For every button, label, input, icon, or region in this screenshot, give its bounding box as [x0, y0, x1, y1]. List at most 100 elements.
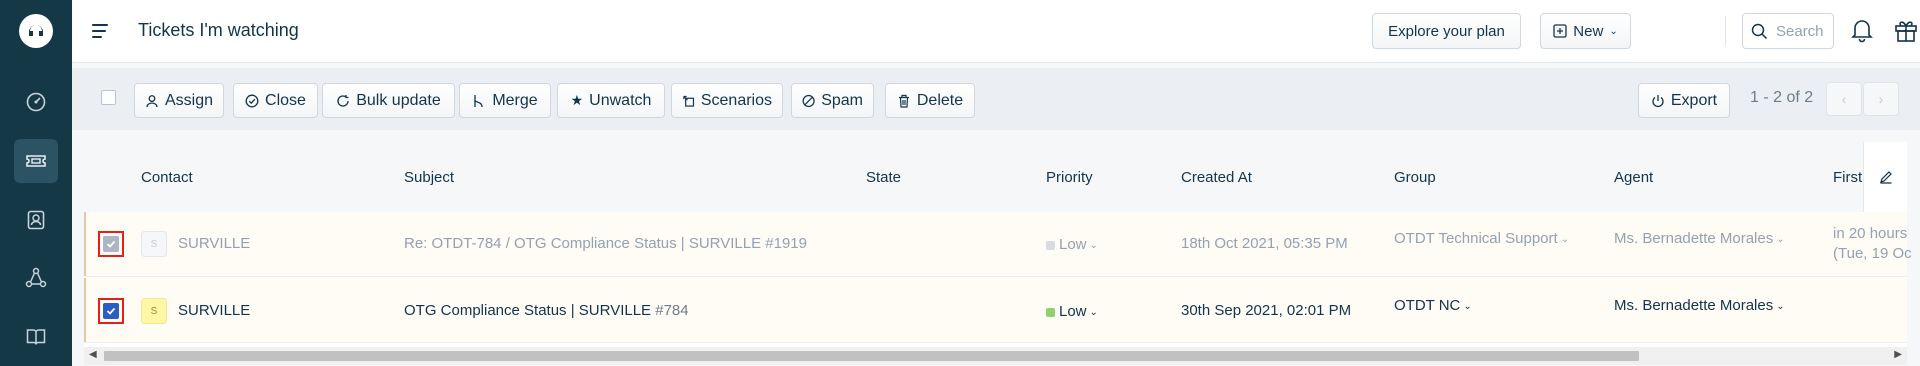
column-header-contact[interactable]: Contact [141, 169, 193, 186]
agent-dropdown[interactable]: Ms. Bernadette Morales ⌄ [1614, 297, 1785, 314]
check-circle-icon [245, 94, 259, 107]
horizontal-scrollbar[interactable]: ◀ ▶ [84, 347, 1907, 365]
group-label: OTDT NC [1394, 297, 1461, 314]
created-at: 18th Oct 2021, 05:35 PM [1181, 235, 1348, 252]
bulk-update-label: Bulk update [356, 91, 441, 109]
merge-label: Merge [492, 91, 538, 109]
column-header-subject[interactable]: Subject [404, 169, 454, 186]
explore-plan-label: Explore your plan [1388, 22, 1505, 40]
block-icon [802, 94, 815, 107]
contact-name[interactable]: SURVILLE [178, 302, 250, 319]
assign-button[interactable]: Assign [134, 83, 224, 118]
plus-box-icon [1553, 24, 1567, 38]
workflows-icon[interactable] [14, 256, 58, 300]
new-button[interactable]: New ⌄ [1540, 13, 1631, 49]
row-checkbox[interactable] [103, 303, 119, 319]
scrollbar-thumb[interactable] [104, 351, 1639, 361]
menu-icon[interactable] [92, 20, 110, 42]
priority-label: Low [1059, 236, 1087, 253]
refresh-icon [337, 94, 349, 107]
spam-label: Spam [821, 91, 863, 109]
headset-logo-icon[interactable] [19, 14, 53, 48]
spam-button[interactable]: Spam [791, 83, 874, 118]
bulk-action-toolbar: Assign Close Bulk update Merge ★ Unwatch… [72, 68, 1920, 130]
close-label: Close [265, 91, 306, 109]
scenarios-label: Scenarios [700, 91, 772, 109]
unwatch-label: Unwatch [589, 91, 652, 109]
next-page-button[interactable]: › [1863, 82, 1899, 116]
group-dropdown[interactable]: OTDT Technical Support ⌄ [1394, 230, 1569, 247]
priority-dropdown[interactable]: Low ⌄ [1046, 303, 1098, 320]
scroll-right-icon[interactable]: ▶ [1894, 349, 1902, 360]
export-icon [1652, 94, 1664, 107]
prev-page-button[interactable]: ‹ [1826, 82, 1862, 116]
chevron-down-icon: ⌄ [1560, 233, 1570, 245]
first-response-due: in 20 hours (Tue, 19 Oc [1833, 224, 1912, 264]
sidebar [0, 0, 72, 366]
search-icon [1751, 23, 1768, 39]
group-dropdown[interactable]: OTDT NC ⌄ [1394, 297, 1472, 314]
tickets-table: Contact Subject State Priority Created A… [84, 142, 1912, 347]
gift-icon[interactable] [1893, 17, 1919, 48]
close-button[interactable]: Close [233, 83, 318, 118]
person-icon [146, 94, 158, 107]
chevron-down-icon: ⌄ [1089, 306, 1098, 318]
ticket-number: #1919 [765, 235, 807, 252]
delete-label: Delete [916, 91, 964, 109]
contacts-icon[interactable] [14, 198, 58, 242]
search-input[interactable]: Search [1742, 13, 1834, 49]
chevron-down-icon: ⌄ [1089, 239, 1098, 251]
ticket-subject[interactable]: Re: OTDT-784 / OTG Compliance Status | S… [404, 235, 807, 252]
unwatch-button[interactable]: ★ Unwatch [557, 83, 665, 118]
column-header-state[interactable]: State [866, 169, 901, 186]
new-label: New [1573, 22, 1604, 40]
ticket-subject-text: Re: OTDT-784 / OTG Compliance Status | S… [404, 235, 762, 252]
column-header-created-at[interactable]: Created At [1181, 169, 1252, 186]
table-row[interactable]: S SURVILLE Re: OTDT-784 / OTG Compliance… [84, 212, 1912, 277]
row-checkbox[interactable] [103, 236, 119, 252]
agent-dropdown[interactable]: Ms. Bernadette Morales ⌄ [1614, 230, 1785, 247]
chevron-left-icon: ‹ [1841, 91, 1847, 107]
chevron-down-icon: ⌄ [1776, 300, 1785, 312]
ticket-subject-text: OTG Compliance Status | SURVILLE [404, 302, 652, 319]
scenarios-button[interactable]: Scenarios [671, 83, 783, 118]
ticket-number: #784 [655, 302, 689, 319]
merge-button[interactable]: Merge [459, 83, 551, 118]
column-header-group[interactable]: Group [1394, 169, 1436, 186]
assign-label: Assign [164, 91, 213, 109]
created-at: 30th Sep 2021, 02:01 PM [1181, 302, 1352, 319]
table-row[interactable]: S SURVILLE OTG Compliance Status | SURVI… [84, 278, 1907, 343]
column-header-agent[interactable]: Agent [1614, 169, 1653, 186]
bell-icon[interactable] [1850, 17, 1874, 48]
contact-avatar: S [141, 298, 167, 324]
scroll-left-icon[interactable]: ◀ [89, 349, 97, 360]
row-checkbox-highlight[interactable] [98, 298, 124, 324]
pencil-icon [1879, 171, 1892, 184]
ticket-subject[interactable]: OTG Compliance Status | SURVILLE #784 [404, 302, 689, 319]
chevron-down-icon: ⌄ [1463, 300, 1472, 312]
export-button[interactable]: Export [1638, 83, 1730, 118]
contact-name[interactable]: SURVILLE [178, 235, 250, 252]
star-icon: ★ [570, 92, 584, 108]
contact-avatar: S [141, 231, 167, 257]
priority-dropdown[interactable]: Low ⌄ [1046, 236, 1098, 253]
row-indicator [84, 278, 86, 342]
tickets-icon[interactable] [14, 139, 58, 183]
column-header-priority[interactable]: Priority [1046, 169, 1093, 186]
bulk-update-button[interactable]: Bulk update [322, 83, 455, 118]
first-response-line2: (Tue, 19 Oc [1833, 245, 1912, 262]
merge-icon [474, 94, 483, 107]
row-checkbox-highlight[interactable] [98, 231, 124, 257]
top-bar: Tickets I'm watching Explore your plan N… [72, 0, 1920, 63]
group-label: OTDT Technical Support [1394, 230, 1558, 247]
explore-plan-button[interactable]: Explore your plan [1372, 13, 1521, 49]
column-header-first-response[interactable]: First [1833, 169, 1862, 186]
priority-label: Low [1059, 303, 1087, 320]
select-all-checkbox[interactable] [101, 90, 116, 105]
delete-button[interactable]: Delete [885, 83, 975, 118]
edit-columns-button[interactable] [1863, 142, 1907, 212]
knowledge-base-icon[interactable] [14, 315, 58, 359]
row-indicator [84, 212, 86, 276]
dashboard-icon[interactable] [14, 80, 58, 124]
agent-label: Ms. Bernadette Morales [1614, 297, 1774, 314]
